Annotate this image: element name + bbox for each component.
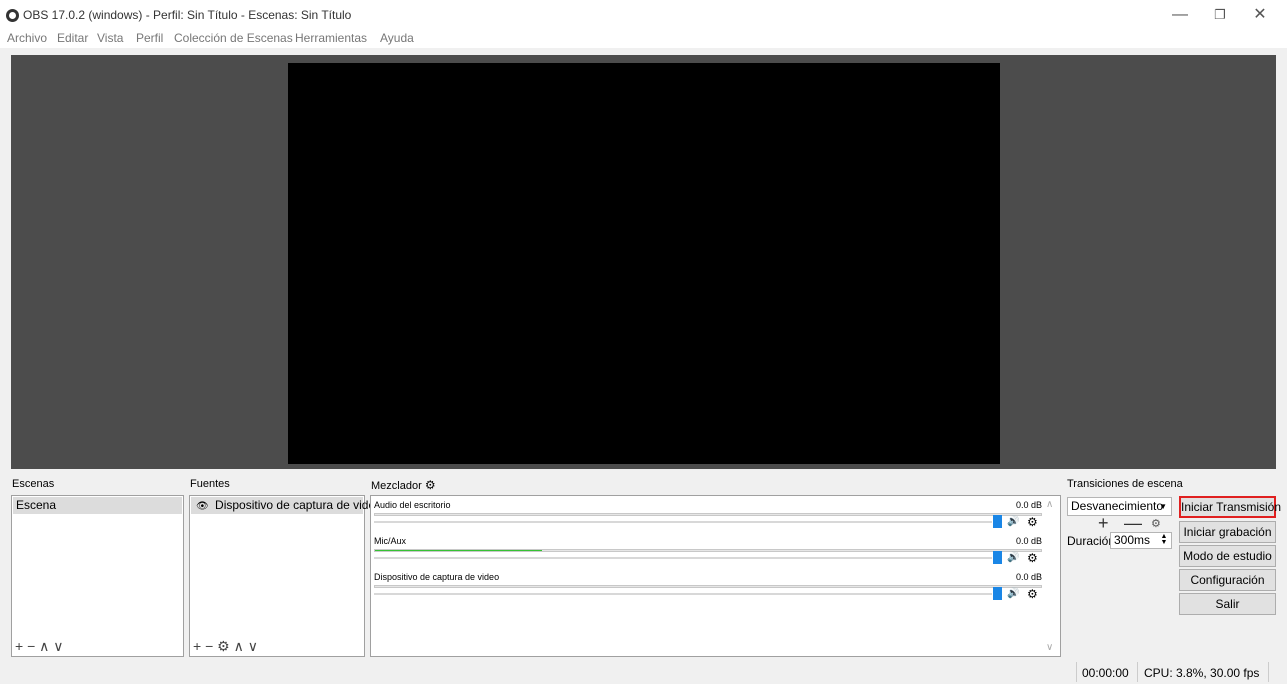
menu-editar[interactable]: Editar bbox=[57, 31, 88, 45]
meter-fill bbox=[375, 550, 542, 551]
restore-icon[interactable]: ❐ bbox=[1200, 0, 1240, 30]
speaker-icon[interactable]: 🔊 bbox=[1007, 588, 1019, 599]
gear-icon[interactable]: ⚙ bbox=[1027, 587, 1038, 601]
gear-icon[interactable]: ⚙ bbox=[1151, 517, 1161, 530]
scenes-title: Escenas bbox=[12, 478, 55, 490]
track-db: 0.0 dB bbox=[1015, 536, 1042, 546]
sources-list[interactable]: 👁 Dispositivo de captura de video + − ⚙ … bbox=[189, 495, 382, 657]
exit-button[interactable]: Salir bbox=[1179, 593, 1276, 615]
volume-meter bbox=[374, 549, 1042, 552]
transition-select[interactable]: Desvanecimiento ▼ bbox=[1067, 497, 1172, 516]
track-name: Audio del escritorio bbox=[374, 500, 451, 510]
add-transition-icon[interactable]: + bbox=[1098, 513, 1109, 534]
volume-meter bbox=[374, 513, 1042, 516]
transitions-title: Transiciones de escena bbox=[1067, 478, 1183, 490]
menu-archivo[interactable]: Archivo bbox=[7, 31, 47, 45]
duration-label: Duración bbox=[1067, 534, 1116, 548]
preview-canvas[interactable] bbox=[288, 63, 1000, 464]
mixer-title-label: Mezclador bbox=[371, 480, 422, 492]
slider-handle[interactable] bbox=[993, 515, 1002, 528]
spin-arrows-icon[interactable]: ▲ ▼ bbox=[1159, 533, 1169, 547]
title-bar: OBS 17.0.2 (windows) - Perfil: Sin Títul… bbox=[0, 0, 1287, 30]
transition-select-value: Desvanecimiento bbox=[1071, 499, 1164, 513]
mixer-track: Dispositivo de captura de video 0.0 dB 🔊… bbox=[374, 572, 1042, 608]
start-streaming-button[interactable]: Iniciar Transmisión bbox=[1179, 496, 1281, 518]
volume-meter bbox=[374, 585, 1042, 588]
volume-slider[interactable] bbox=[374, 593, 992, 595]
start-recording-button[interactable]: Iniciar grabación bbox=[1179, 521, 1276, 543]
settings-button[interactable]: Configuración bbox=[1179, 569, 1276, 591]
close-icon[interactable]: ✕ bbox=[1240, 0, 1280, 30]
chevron-down-icon: ▼ bbox=[1159, 502, 1167, 511]
track-name: Dispositivo de captura de video bbox=[374, 572, 500, 582]
track-db: 0.0 dB bbox=[1015, 500, 1042, 510]
mixer-panel: Audio del escritorio 0.0 dB 🔊 ⚙ Mic/Aux … bbox=[370, 495, 1061, 657]
scroll-down-icon[interactable]: ∨ bbox=[1046, 642, 1053, 653]
remove-transition-icon[interactable]: — bbox=[1124, 513, 1142, 534]
menu-coleccion-escenas[interactable]: Colección de Escenas bbox=[174, 31, 293, 45]
speaker-icon[interactable]: 🔊 bbox=[1007, 516, 1019, 527]
slider-handle[interactable] bbox=[993, 587, 1002, 600]
status-divider bbox=[1137, 662, 1138, 682]
scenes-list[interactable]: Escena + − ∧ ∨ bbox=[11, 495, 184, 657]
menu-bar: Archivo Editar Vista Perfil Colección de… bbox=[0, 30, 1287, 48]
slider-handle[interactable] bbox=[993, 551, 1002, 564]
menu-ayuda[interactable]: Ayuda bbox=[380, 31, 414, 45]
menu-herramientas[interactable]: Herramientas bbox=[295, 31, 367, 45]
track-name: Mic/Aux bbox=[374, 536, 407, 546]
source-item-label: Dispositivo de captura de video bbox=[215, 498, 382, 512]
gear-icon[interactable]: ⚙ bbox=[425, 478, 436, 492]
scroll-up-icon[interactable]: ∧ bbox=[1046, 499, 1053, 510]
obs-logo-icon bbox=[6, 9, 19, 22]
duration-value: 300ms bbox=[1114, 533, 1151, 547]
mixer-title: Mezclador ⚙ bbox=[371, 478, 436, 492]
menu-perfil[interactable]: Perfil bbox=[136, 31, 163, 45]
volume-slider[interactable] bbox=[374, 557, 992, 559]
gear-icon[interactable]: ⚙ bbox=[1027, 515, 1038, 529]
mixer-track: Mic/Aux 0.0 dB 🔊 ⚙ bbox=[374, 536, 1042, 572]
track-db: 0.0 dB bbox=[1015, 572, 1042, 582]
minimize-icon[interactable]: — bbox=[1160, 0, 1200, 30]
source-item[interactable]: 👁 Dispositivo de captura de video bbox=[191, 497, 382, 514]
scenes-toolbar[interactable]: + − ∧ ∨ bbox=[15, 638, 64, 655]
scene-item[interactable]: Escena bbox=[13, 497, 182, 514]
sources-title: Fuentes bbox=[190, 478, 230, 490]
visibility-eye-icon[interactable]: 👁 bbox=[196, 501, 209, 512]
speaker-icon[interactable]: 🔊 bbox=[1007, 552, 1019, 563]
status-cpu: CPU: 3.8%, 30.00 fps bbox=[1144, 666, 1260, 680]
menu-vista[interactable]: Vista bbox=[97, 31, 123, 45]
studio-mode-button[interactable]: Modo de estudio bbox=[1179, 545, 1276, 567]
mixer-track: Audio del escritorio 0.0 dB 🔊 ⚙ bbox=[374, 500, 1042, 536]
window-title: OBS 17.0.2 (windows) - Perfil: Sin Títul… bbox=[23, 8, 352, 22]
volume-slider[interactable] bbox=[374, 521, 992, 523]
status-divider bbox=[1076, 662, 1077, 682]
duration-spinbox[interactable]: 300ms ▲ ▼ bbox=[1110, 532, 1172, 549]
status-time: 00:00:00 bbox=[1082, 666, 1129, 680]
gear-icon[interactable]: ⚙ bbox=[1027, 551, 1038, 565]
status-divider bbox=[1268, 662, 1269, 682]
sources-toolbar[interactable]: + − ⚙ ∧ ∨ bbox=[193, 638, 258, 655]
